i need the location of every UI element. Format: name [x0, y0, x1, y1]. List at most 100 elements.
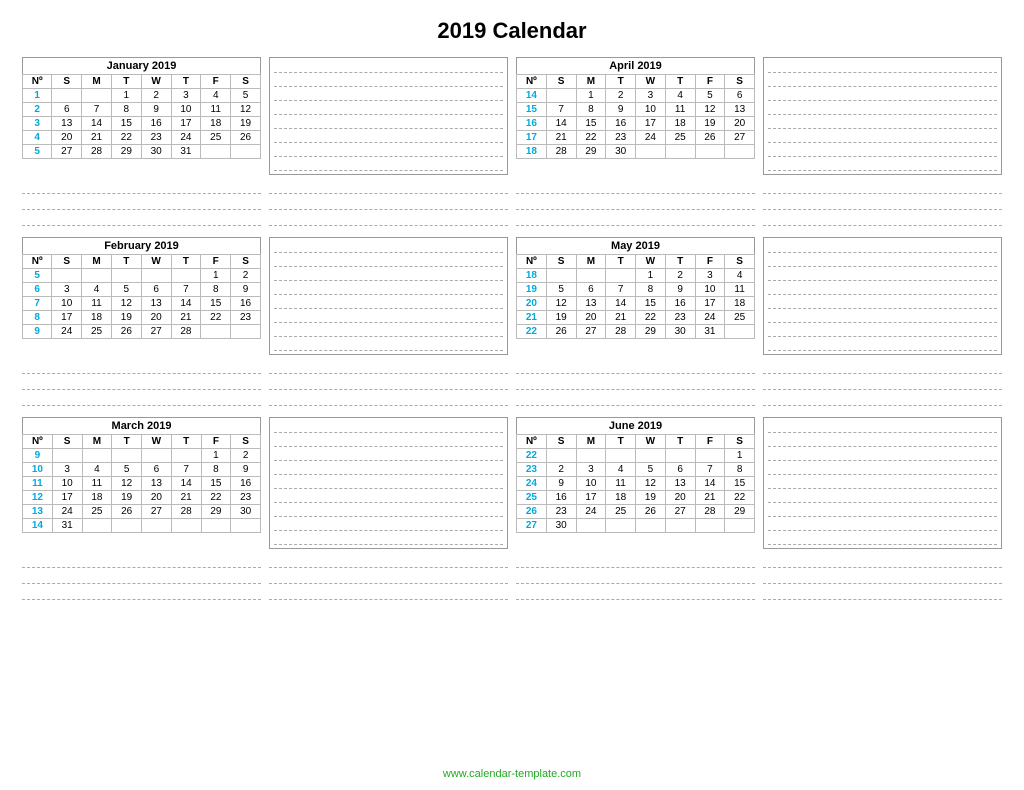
- may-section: May 2019 Nº S M T W T F S 18123419567891…: [512, 234, 759, 358]
- calendar-day: 15: [576, 117, 606, 131]
- week-number: 9: [23, 325, 52, 339]
- calendar-day: 3: [636, 89, 666, 103]
- note-line: [768, 420, 997, 433]
- calendar-day: [695, 519, 725, 533]
- calendar-day: 29: [201, 505, 231, 519]
- col-header: Nº: [23, 75, 52, 89]
- bottom-line: [516, 586, 755, 600]
- lines-row2: [0, 358, 1024, 410]
- calendar-day: 23: [606, 131, 636, 145]
- note-line: [274, 476, 503, 489]
- calendar-day: 12: [112, 477, 142, 491]
- calendar-day: 22: [111, 131, 141, 145]
- calendar-day: 22: [201, 491, 231, 505]
- page-title: 2019 Calendar: [0, 0, 1024, 54]
- col-header: S: [725, 435, 755, 449]
- calendar-day: [142, 519, 172, 533]
- bottom-line: [22, 376, 261, 390]
- calendar-day: 21: [82, 131, 112, 145]
- calendar-day: [201, 519, 231, 533]
- note-line: [274, 310, 503, 323]
- col-header: M: [82, 75, 112, 89]
- week-number: 4: [23, 131, 52, 145]
- calendar-day: 24: [576, 505, 606, 519]
- calendar-day: 22: [636, 311, 666, 325]
- bottom-line: [22, 180, 261, 194]
- footer-url: www.calendar-template.com: [0, 762, 1024, 782]
- calendar-day: 19: [546, 311, 576, 325]
- calendar-day: [695, 145, 725, 159]
- note-line: [274, 254, 503, 267]
- col-header: T: [112, 435, 142, 449]
- calendar-day: 21: [171, 491, 201, 505]
- february-title: February 2019: [22, 237, 261, 254]
- week-number: 10: [23, 463, 53, 477]
- note-line: [768, 88, 997, 101]
- note-line: [768, 476, 997, 489]
- january-title: January 2019: [22, 57, 261, 74]
- week-number: 6: [23, 283, 52, 297]
- week-number: 5: [23, 145, 52, 159]
- calendar-day: 5: [546, 283, 576, 297]
- calendar-day: 6: [576, 283, 606, 297]
- lines-col9: [18, 552, 265, 604]
- calendar-day: 24: [695, 311, 725, 325]
- calendar-day: [171, 269, 201, 283]
- bottom-line: [763, 392, 1002, 406]
- calendar-day: 9: [231, 283, 261, 297]
- notes-may: [759, 234, 1006, 358]
- calendar-day: 18: [82, 311, 112, 325]
- calendar-day: 21: [171, 311, 201, 325]
- week-number: 18: [517, 145, 547, 159]
- calendar-day: 11: [665, 103, 695, 117]
- calendar-day: [112, 449, 142, 463]
- calendar-day: [725, 519, 755, 533]
- calendar-day: 20: [142, 491, 172, 505]
- col-header: S: [231, 435, 261, 449]
- calendar-day: 19: [112, 491, 142, 505]
- col-header: S: [546, 435, 576, 449]
- calendar-day: [52, 449, 82, 463]
- calendar-day: 16: [606, 117, 636, 131]
- notes-lines-jun: [763, 417, 1002, 549]
- calendar-day: 4: [82, 283, 112, 297]
- calendar-day: [231, 519, 261, 533]
- calendar-day: [576, 269, 606, 283]
- col-header: F: [695, 255, 725, 269]
- calendar-day: 29: [636, 325, 666, 339]
- calendar-day: 25: [201, 131, 231, 145]
- calendar-day: [636, 449, 666, 463]
- calendar-day: 26: [636, 505, 666, 519]
- april-table: Nº S M T W T F S 14123456157891011121316…: [516, 74, 755, 159]
- col-header: Nº: [23, 255, 52, 269]
- calendar-day: 17: [636, 117, 666, 131]
- col-header: F: [201, 435, 231, 449]
- bottom-line: [763, 180, 1002, 194]
- col-header: S: [546, 255, 576, 269]
- calendar-day: 18: [665, 117, 695, 131]
- note-line: [768, 268, 997, 281]
- calendar-day: 5: [695, 89, 725, 103]
- calendar-day: 8: [576, 103, 606, 117]
- lines-col5: [18, 358, 265, 410]
- calendar-day: 5: [112, 463, 142, 477]
- week-number: 27: [517, 519, 547, 533]
- bottom-line: [269, 360, 508, 374]
- week-number: 1: [23, 89, 52, 103]
- note-line: [274, 462, 503, 475]
- calendar-day: 28: [695, 505, 725, 519]
- april-title: April 2019: [516, 57, 755, 74]
- calendar-day: [52, 269, 82, 283]
- col-header: S: [725, 75, 755, 89]
- note-line: [768, 324, 997, 337]
- col-header: T: [171, 435, 201, 449]
- col-header: T: [171, 255, 201, 269]
- lines-row3: [0, 552, 1024, 604]
- note-line: [274, 504, 503, 517]
- calendar-day: 9: [546, 477, 576, 491]
- lines-col1: [18, 178, 265, 230]
- calendar-day: 28: [606, 325, 636, 339]
- notes-lines-feb: [269, 237, 508, 355]
- week-number: 21: [517, 311, 547, 325]
- bottom-line: [269, 554, 508, 568]
